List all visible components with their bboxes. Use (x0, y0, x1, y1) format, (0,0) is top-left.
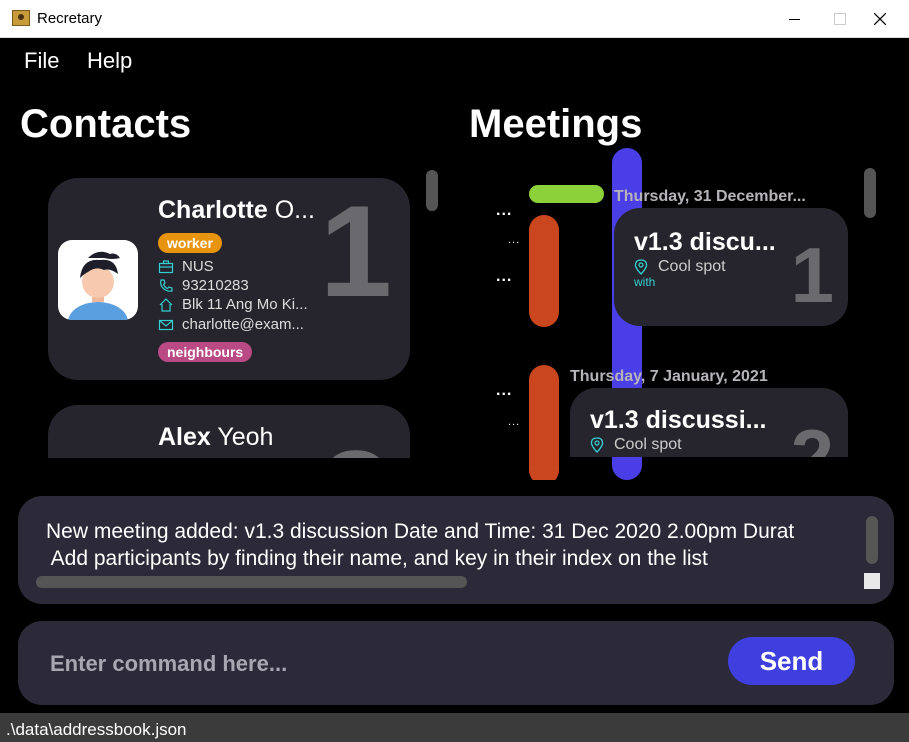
contact-name: Alex Yeoh (158, 423, 273, 452)
menu-help[interactable]: Help (87, 48, 132, 74)
location-pin-icon (634, 259, 648, 275)
home-icon (159, 297, 173, 312)
avatar (58, 240, 138, 320)
contacts-scrollbar[interactable] (426, 170, 438, 211)
contact-email-row: charlotte@exam... (158, 316, 304, 333)
meeting-title: v1.3 discussi... (590, 406, 767, 434)
result-vertical-scrollbar[interactable] (866, 516, 878, 564)
timeline-dots: ... (496, 202, 513, 219)
result-display: New meeting added: v1.3 discussion Date … (18, 496, 894, 604)
menu-bar: File Help (0, 38, 909, 84)
meeting-with-label: with (634, 275, 656, 289)
title-bar: Recretary (0, 0, 909, 38)
command-box: Send (18, 621, 894, 705)
meeting-location: Cool spot (658, 258, 726, 275)
maximize-icon (834, 13, 846, 25)
meeting-title: v1.3 discu... (634, 228, 776, 256)
meetings-scrollbar[interactable] (864, 168, 876, 218)
contact-last-name: Yeoh (217, 423, 274, 451)
window-title: Recretary (37, 10, 103, 27)
contact-first-name: Alex (158, 423, 211, 451)
timeline-bar-orange (529, 365, 559, 480)
meeting-index: 1 (790, 231, 834, 319)
result-line-2: Add participants by finding their name, … (46, 547, 708, 570)
contact-first-name: Charlotte (158, 196, 268, 224)
contact-address: Blk 11 Ang Mo Ki... (182, 296, 308, 313)
contact-email: charlotte@exam... (182, 316, 304, 333)
result-line-1: New meeting added: v1.3 discussion Date … (46, 520, 795, 543)
data-file-path: .\data\addressbook.json (6, 720, 187, 739)
contact-phone: 93210283 (182, 277, 249, 294)
meeting-date: Thursday, 31 December... (614, 188, 806, 205)
timeline-bar-green (529, 185, 604, 203)
timeline-dots: ... (508, 416, 521, 428)
contact-name: Charlotte O... (158, 196, 315, 225)
timeline-bar-orange (529, 215, 559, 327)
command-input[interactable] (48, 641, 712, 687)
meeting-date: Thursday, 7 January, 2021 (570, 368, 768, 385)
timeline-dots: ... (496, 268, 513, 285)
contact-phone-row: 93210283 (158, 277, 249, 294)
meeting-index: 2 (790, 413, 834, 457)
meeting-location-row: Cool spot (590, 436, 682, 454)
tag-neighbours: neighbours (158, 342, 253, 362)
contact-address-row: Blk 11 Ang Mo Ki... (158, 296, 308, 313)
minimize-button[interactable] (771, 0, 817, 38)
timeline-dots: ... (496, 382, 513, 399)
contacts-list[interactable]: Charlotte O... worker NUS 93210283 Blk 1… (0, 168, 445, 458)
result-horizontal-scrollbar[interactable] (36, 576, 467, 588)
close-icon (874, 13, 886, 25)
tag-worker: worker (158, 233, 222, 253)
meeting-card-clip: v1.3 discussi... Cool spot 2 (570, 388, 850, 457)
minimize-icon (788, 18, 800, 20)
close-button[interactable] (857, 0, 903, 38)
mail-icon (158, 319, 174, 330)
contacts-heading: Contacts (20, 102, 192, 146)
app-icon (12, 10, 30, 26)
meeting-card[interactable]: v1.3 discu... Cool spot with 1 (614, 208, 848, 326)
scroll-corner (864, 573, 880, 589)
location-pin-icon (590, 437, 604, 453)
contact-card[interactable]: Charlotte O... worker NUS 93210283 Blk 1… (48, 178, 410, 380)
contact-card[interactable]: Alex Yeoh 2 (48, 405, 410, 458)
contact-index: 2 (320, 431, 392, 458)
meeting-location-row: Cool spot (634, 258, 726, 276)
timeline-dots: ... (508, 234, 521, 246)
phone-icon (160, 278, 173, 292)
contact-last-name: O... (274, 196, 315, 224)
meeting-card[interactable]: v1.3 discussi... Cool spot 2 (570, 388, 848, 457)
contact-company: NUS (182, 258, 214, 275)
menu-file[interactable]: File (24, 48, 59, 74)
meeting-location: Cool spot (614, 436, 682, 453)
status-bar: .\data\addressbook.json (0, 713, 909, 742)
send-button[interactable]: Send (728, 637, 855, 685)
contact-company-row: NUS (158, 258, 214, 275)
contact-index: 1 (319, 178, 392, 324)
briefcase-icon (158, 259, 174, 273)
